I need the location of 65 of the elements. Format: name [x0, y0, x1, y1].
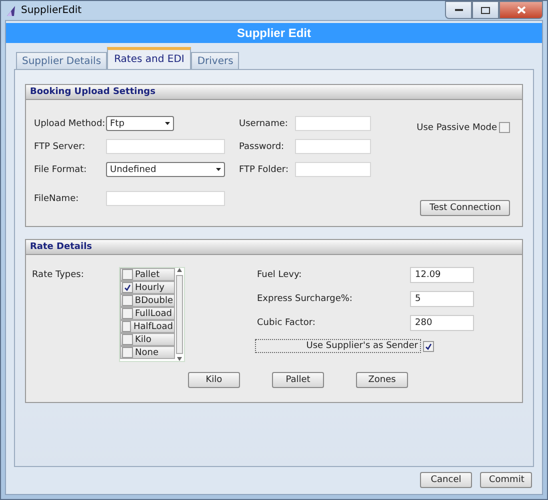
caret-icon — [216, 168, 221, 171]
checkbox-label: Use Supplier's as Sender — [255, 339, 421, 353]
text-field[interactable]: 12.09 — [410, 267, 474, 283]
tab[interactable]: Rates and EDI — [107, 47, 192, 69]
checkbox[interactable] — [122, 308, 133, 319]
window-title: SupplierEdit — [21, 5, 82, 16]
maximize-button[interactable] — [472, 1, 499, 19]
text-field[interactable] — [295, 116, 371, 131]
caret-icon — [165, 122, 170, 125]
group-title: Rate Details — [26, 240, 522, 255]
minimize-button[interactable] — [445, 1, 472, 19]
group-title: Booking Upload Settings — [26, 85, 522, 100]
field-label: FTP Server: — [34, 142, 86, 152]
close-icon — [516, 6, 526, 14]
dialog-header: Supplier Edit — [6, 23, 542, 43]
field-label: FileName: — [34, 194, 80, 204]
list-item[interactable]: HalfLoad — [120, 320, 175, 333]
checkbox[interactable] — [122, 269, 133, 280]
field-label: Upload Method: — [34, 118, 106, 128]
scroll-up-icon[interactable] — [177, 268, 182, 272]
list-item[interactable]: BDouble — [120, 294, 175, 307]
checkbox[interactable] — [122, 334, 133, 345]
list-item[interactable]: Kilo — [120, 333, 175, 346]
checkbox[interactable] — [423, 340, 434, 352]
field-label: Username: — [239, 118, 289, 128]
dialog-button[interactable]: Commit — [480, 472, 532, 488]
field-label: Express Surcharge%: — [257, 294, 354, 304]
dropdown[interactable]: Ftp — [106, 116, 174, 131]
rate-button[interactable]: Zones — [356, 372, 408, 388]
tab[interactable]: Supplier Details — [16, 52, 108, 69]
maximize-icon — [481, 6, 490, 14]
dialog-button[interactable]: Cancel — [420, 472, 472, 488]
dropdown[interactable]: Undefined — [106, 162, 225, 177]
text-field[interactable] — [106, 139, 225, 154]
checkbox[interactable] — [499, 122, 510, 133]
rate-button[interactable]: Pallet — [272, 372, 324, 388]
list-item[interactable]: Hourly — [120, 281, 175, 294]
close-button[interactable] — [499, 1, 543, 19]
text-field[interactable]: 5 — [410, 291, 474, 307]
tab[interactable]: Drivers — [191, 52, 240, 69]
checkbox[interactable] — [122, 282, 133, 293]
rate-button[interactable]: Kilo — [188, 372, 240, 388]
scrollbar[interactable] — [175, 268, 184, 361]
field-label: Fuel Levy: — [257, 270, 303, 280]
field-label: Cubic Factor: — [257, 318, 316, 328]
checkbox[interactable] — [122, 295, 133, 306]
field-label: FTP Folder: — [239, 164, 290, 174]
minimize-icon — [454, 8, 462, 12]
text-field[interactable] — [106, 191, 225, 206]
list-item[interactable]: None — [120, 346, 175, 359]
field-label: File Format: — [34, 164, 88, 174]
text-field[interactable]: 280 — [410, 315, 474, 331]
field-label: Password: — [239, 142, 286, 152]
app-icon — [5, 4, 17, 16]
text-field[interactable] — [295, 162, 371, 177]
checkbox[interactable] — [122, 321, 132, 332]
test-connection-button[interactable]: Test Connection — [420, 200, 510, 216]
checkbox-label: Use Passive Mode — [416, 122, 497, 132]
scroll-down-icon[interactable] — [177, 357, 182, 361]
checkbox[interactable] — [122, 347, 133, 358]
list-item[interactable]: Pallet — [120, 268, 175, 281]
checkbox-list[interactable]: Pallet Hourly BDouble FullLoad HalfLoad Kilo None — [119, 267, 185, 362]
field-label: Rate Types: — [32, 269, 85, 282]
text-field[interactable] — [295, 139, 371, 154]
list-item[interactable]: FullLoad — [120, 307, 175, 320]
